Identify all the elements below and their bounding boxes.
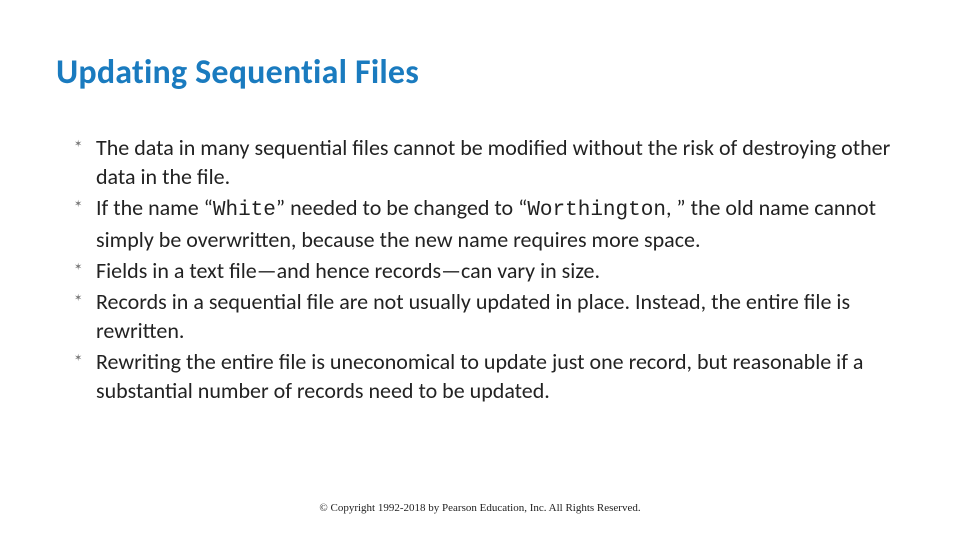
slide: Updating Sequential Files The data in ma…	[0, 0, 960, 540]
bullet-text: Rewriting the entire file is uneconomica…	[96, 348, 863, 404]
code-text: Worthington	[527, 199, 666, 222]
bullet-text: The data in many sequential files cannot…	[96, 134, 890, 190]
bullet-text: If the name “	[96, 194, 213, 221]
list-item: Rewriting the entire file is uneconomica…	[74, 347, 904, 405]
copyright-footer: © Copyright 1992-2018 by Pearson Educati…	[0, 502, 960, 514]
list-item: Fields in a text file—and hence records—…	[74, 256, 904, 285]
slide-title: Updating Sequential Files	[56, 52, 904, 93]
bullet-text: ” needed to be changed to “	[276, 194, 527, 221]
list-item: Records in a sequential file are not usu…	[74, 287, 904, 345]
list-item: The data in many sequential files cannot…	[74, 133, 904, 191]
bullet-text: Fields in a text file—and hence records—…	[96, 257, 600, 284]
bullet-list: The data in many sequential files cannot…	[56, 133, 904, 405]
code-text: White	[213, 199, 276, 222]
list-item: If the name “White” needed to be changed…	[74, 193, 904, 254]
bullet-text: Records in a sequential file are not usu…	[96, 288, 850, 344]
